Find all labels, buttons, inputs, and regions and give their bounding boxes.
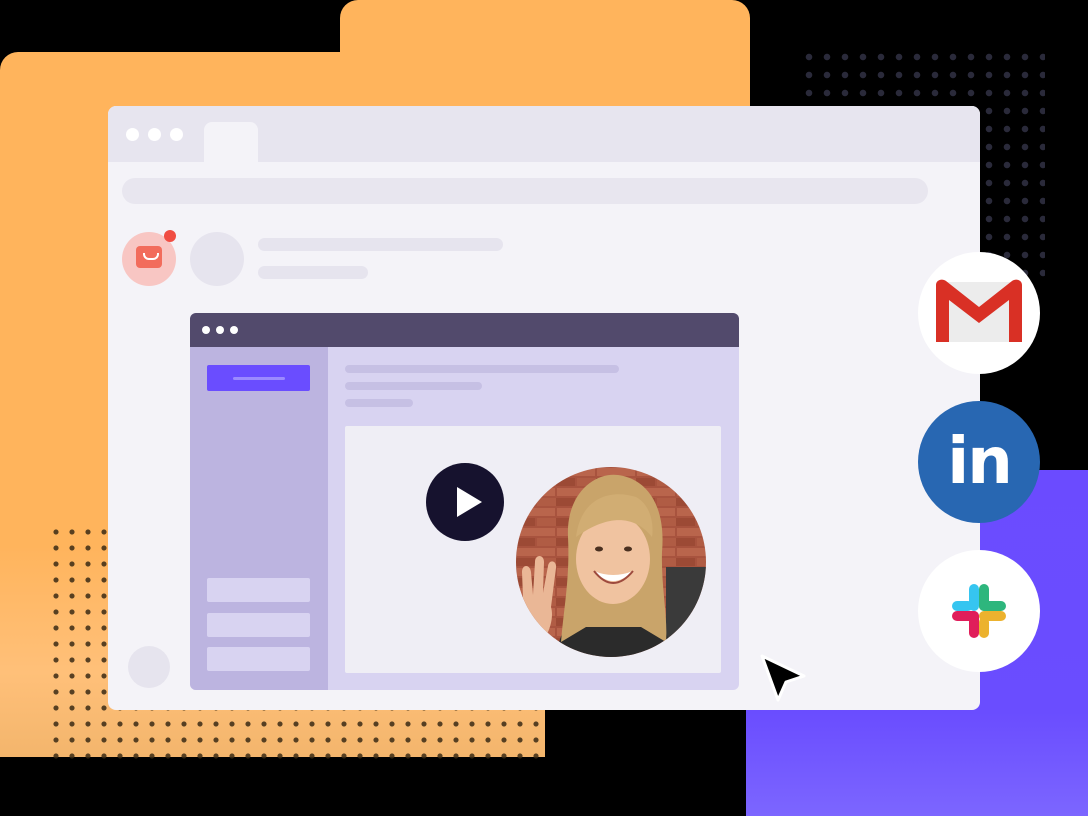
presenter-photo: [516, 467, 706, 657]
placeholder-circle: [128, 646, 170, 688]
notification-badge: [164, 230, 176, 242]
slack-icon: [952, 584, 1006, 638]
sidebar-item[interactable]: [207, 578, 310, 602]
avatar: [190, 232, 244, 286]
play-icon[interactable]: [426, 463, 504, 541]
app-sidebar: [190, 347, 328, 690]
cursor-icon: [760, 654, 806, 702]
placeholder-text-line: [258, 238, 503, 251]
address-bar[interactable]: [122, 178, 928, 204]
mail-icon: [136, 246, 162, 268]
window-dot-icon: [202, 326, 210, 334]
placeholder-text-line: [345, 399, 413, 407]
app-titlebar: [190, 313, 739, 347]
linkedin-button[interactable]: in: [918, 401, 1040, 523]
window-dot-icon: [216, 326, 224, 334]
window-dot-icon: [230, 326, 238, 334]
sidebar-primary-button[interactable]: [207, 365, 310, 391]
linkedin-icon: in: [947, 425, 1013, 499]
window-dot-icon: [148, 128, 161, 141]
placeholder-text-line: [258, 266, 368, 279]
slack-button[interactable]: [918, 550, 1040, 672]
sidebar-item[interactable]: [207, 613, 310, 637]
orange-backdrop-right: [340, 52, 750, 112]
placeholder-text-line: [345, 382, 482, 390]
button-label-placeholder: [233, 377, 285, 380]
sidebar-item[interactable]: [207, 647, 310, 671]
gmail-icon: [936, 279, 1022, 342]
window-dot-icon: [170, 128, 183, 141]
browser-tab[interactable]: [204, 122, 258, 162]
window-dot-icon: [126, 128, 139, 141]
gmail-button[interactable]: [918, 252, 1040, 374]
placeholder-text-line: [345, 365, 619, 373]
